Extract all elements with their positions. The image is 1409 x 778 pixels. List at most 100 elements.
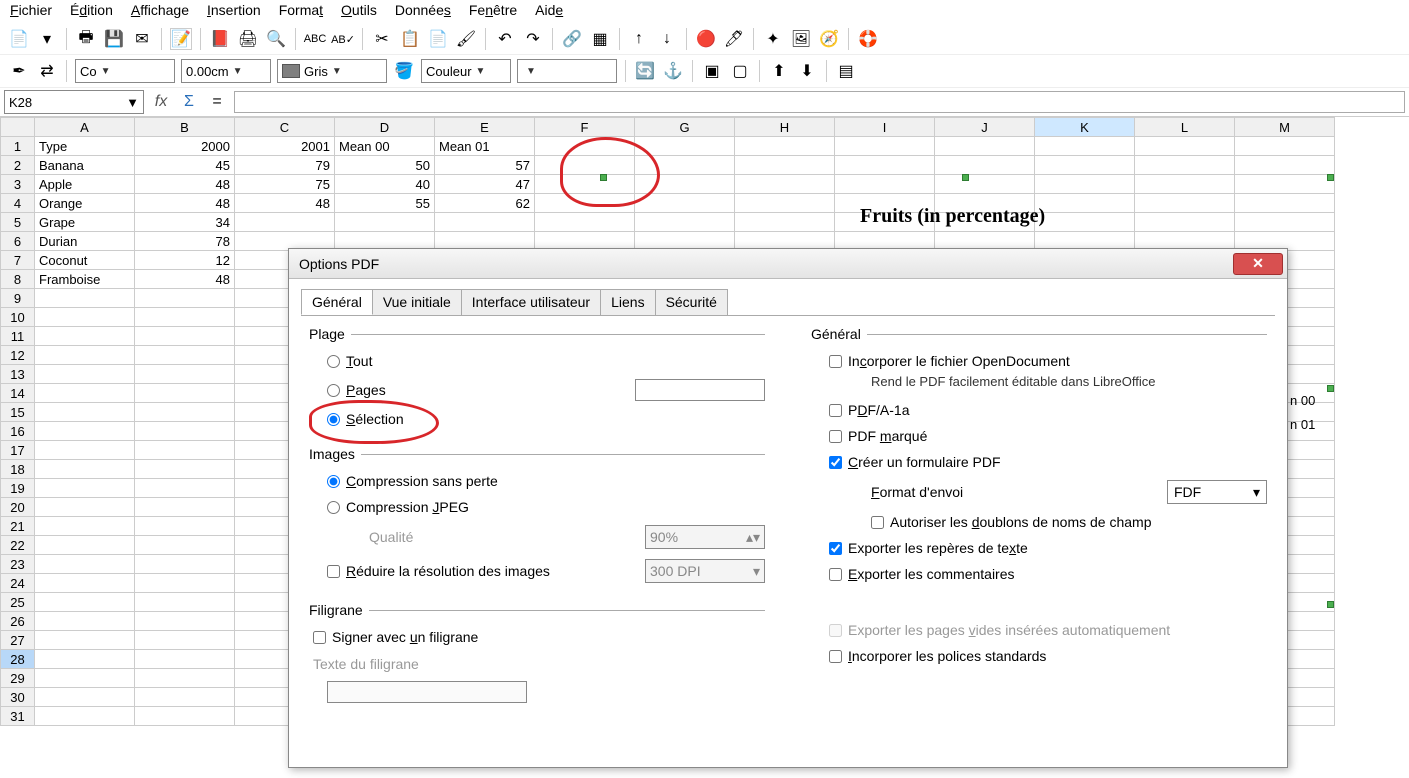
col-header-K[interactable]: K [1035, 118, 1135, 137]
cell-A20[interactable] [35, 498, 135, 517]
cell-H3[interactable] [735, 175, 835, 194]
row-header-7[interactable]: 7 [1, 251, 35, 270]
row-header-26[interactable]: 26 [1, 612, 35, 631]
row-header-9[interactable]: 9 [1, 289, 35, 308]
name-box[interactable]: K28▼ [4, 90, 144, 114]
menu-aide[interactable]: Aide [535, 2, 563, 18]
cell-A16[interactable] [35, 422, 135, 441]
cell-J2[interactable] [935, 156, 1035, 175]
cell-I2[interactable] [835, 156, 935, 175]
cell-M4[interactable] [1235, 194, 1335, 213]
row-header-8[interactable]: 8 [1, 270, 35, 289]
cell-D5[interactable] [335, 213, 435, 232]
handle-icon[interactable] [1327, 385, 1334, 392]
cell-B10[interactable] [135, 308, 235, 327]
formula-input[interactable] [234, 91, 1405, 113]
brush-icon[interactable]: 🖌 [455, 28, 477, 50]
col-header-H[interactable]: H [735, 118, 835, 137]
cell-G1[interactable] [635, 137, 735, 156]
cell-K5[interactable] [1035, 213, 1135, 232]
check-reperes[interactable] [829, 542, 842, 555]
cell-E5[interactable] [435, 213, 535, 232]
row-header-21[interactable]: 21 [1, 517, 35, 536]
row-header-11[interactable]: 11 [1, 327, 35, 346]
cell-B15[interactable] [135, 403, 235, 422]
back-icon[interactable]: ▢ [729, 60, 751, 82]
line-width-combo[interactable]: 0.00cm▼ [181, 59, 271, 83]
radio-selection[interactable] [327, 413, 340, 426]
cell-E1[interactable]: Mean 01 [435, 137, 535, 156]
dpi-combo[interactable]: 300 DPI▾ [645, 559, 765, 583]
cell-B12[interactable] [135, 346, 235, 365]
help-icon[interactable]: 🛟 [857, 28, 879, 50]
tab-general[interactable]: Général [301, 289, 373, 315]
cell-A14[interactable] [35, 384, 135, 403]
cell-A12[interactable] [35, 346, 135, 365]
cell-B25[interactable] [135, 593, 235, 612]
row-header-14[interactable]: 14 [1, 384, 35, 403]
menu-fenetre[interactable]: Fenêtre [469, 2, 517, 18]
col-header-J[interactable]: J [935, 118, 1035, 137]
format-combo[interactable]: FDF▾ [1167, 480, 1267, 504]
tool-icon[interactable]: 🖊 [723, 28, 745, 50]
fill-icon[interactable]: 🪣 [393, 60, 415, 82]
cell-B13[interactable] [135, 365, 235, 384]
cell-D4[interactable]: 55 [335, 194, 435, 213]
cell-A29[interactable] [35, 669, 135, 688]
cell-L5[interactable] [1135, 213, 1235, 232]
fill-type-combo[interactable]: Couleur▼ [421, 59, 511, 83]
cell-B24[interactable] [135, 574, 235, 593]
cell-J3[interactable] [935, 175, 1035, 194]
cell-I1[interactable] [835, 137, 935, 156]
menu-outils[interactable]: Outils [341, 2, 377, 18]
cell-B21[interactable] [135, 517, 235, 536]
sort-asc-icon[interactable]: ↑ [628, 28, 650, 50]
cell-A24[interactable] [35, 574, 135, 593]
cell-A22[interactable] [35, 536, 135, 555]
quality-spinner[interactable]: 90%▴▾ [645, 525, 765, 549]
tab-securite[interactable]: Sécurité [655, 289, 728, 315]
row-header-2[interactable]: 2 [1, 156, 35, 175]
radio-lossless[interactable] [327, 475, 340, 488]
col-header-M[interactable]: M [1235, 118, 1335, 137]
check-pdfa[interactable] [829, 404, 842, 417]
check-doublons[interactable] [871, 516, 884, 529]
sort-desc-icon[interactable]: ↓ [656, 28, 678, 50]
pdf-icon[interactable]: 📕 [209, 28, 231, 50]
cell-A23[interactable] [35, 555, 135, 574]
cell-A30[interactable] [35, 688, 135, 707]
cell-J1[interactable] [935, 137, 1035, 156]
col-header-B[interactable]: B [135, 118, 235, 137]
cell-D2[interactable]: 50 [335, 156, 435, 175]
cell-B20[interactable] [135, 498, 235, 517]
cell-G4[interactable] [635, 194, 735, 213]
cell-A6[interactable]: Durian [35, 232, 135, 251]
cell-B7[interactable]: 12 [135, 251, 235, 270]
cell-B2[interactable]: 45 [135, 156, 235, 175]
row-header-31[interactable]: 31 [1, 707, 35, 726]
cell-B11[interactable] [135, 327, 235, 346]
cell-B30[interactable] [135, 688, 235, 707]
col-header-A[interactable]: A [35, 118, 135, 137]
cell-B16[interactable] [135, 422, 235, 441]
cell-E4[interactable]: 62 [435, 194, 535, 213]
check-signer[interactable] [313, 631, 326, 644]
send-back-icon[interactable]: ⬇ [796, 60, 818, 82]
cell-A4[interactable]: Orange [35, 194, 135, 213]
open-icon[interactable]: ▾ [36, 28, 58, 50]
row-header-10[interactable]: 10 [1, 308, 35, 327]
tab-liens[interactable]: Liens [600, 289, 655, 315]
cell-E2[interactable]: 57 [435, 156, 535, 175]
cell-C5[interactable] [235, 213, 335, 232]
save-icon[interactable]: 💾 [103, 28, 125, 50]
cell-B3[interactable]: 48 [135, 175, 235, 194]
cell-B18[interactable] [135, 460, 235, 479]
cell-B1[interactable]: 2000 [135, 137, 235, 156]
dialog-titlebar[interactable]: Options PDF ✕ [289, 249, 1287, 279]
handle-icon[interactable] [1327, 174, 1334, 181]
sum-icon[interactable]: Σ [178, 91, 200, 113]
cell-K3[interactable] [1035, 175, 1135, 194]
radio-jpeg[interactable] [327, 501, 340, 514]
cell-A7[interactable]: Coconut [35, 251, 135, 270]
cell-A19[interactable] [35, 479, 135, 498]
